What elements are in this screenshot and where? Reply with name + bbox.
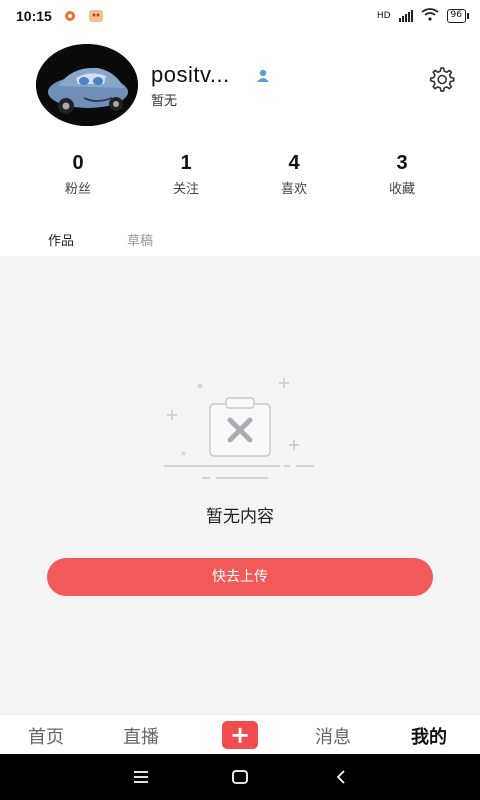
content-tabs: 作品 草稿 (0, 226, 480, 256)
profile-header: positv... 暂无 0 粉丝 1 关注 4 喜欢 3 收藏 作品 草稿 (0, 32, 480, 256)
signal-icon (398, 10, 413, 22)
nav-messages[interactable]: 消息 (315, 723, 351, 749)
settings-button[interactable] (426, 64, 456, 94)
nav-live[interactable]: 直播 (123, 723, 159, 749)
stat-favorites[interactable]: 3 收藏 (348, 150, 456, 197)
user-icon (256, 68, 270, 87)
app-notification-icon-2 (88, 9, 104, 23)
tab-works[interactable]: 作品 (48, 230, 74, 249)
tab-drafts[interactable]: 草稿 (127, 230, 153, 249)
app-notification-icon (62, 9, 78, 23)
stat-value: 1 (180, 152, 192, 174)
gear-icon (429, 67, 455, 92)
stat-label: 收藏 (388, 182, 415, 197)
stat-label: 粉丝 (64, 182, 91, 197)
menu-icon[interactable] (130, 766, 152, 788)
status-bar: 10:15 HD 96 (0, 0, 480, 32)
stats-row: 0 粉丝 1 关注 4 喜欢 3 收藏 (0, 150, 480, 197)
stat-followers[interactable]: 0 粉丝 (24, 150, 132, 197)
user-bio: 暂无 (151, 94, 178, 109)
home-square-icon[interactable] (229, 766, 251, 788)
upload-button[interactable]: 快去上传 (47, 558, 433, 596)
nav-mine[interactable]: 我的 (411, 723, 447, 749)
nav-home[interactable]: 首页 (28, 723, 64, 749)
stat-likes[interactable]: 4 喜欢 (240, 150, 348, 197)
stat-value: 0 (72, 152, 84, 174)
avatar[interactable] (36, 44, 138, 126)
network-type-label: HD (376, 11, 391, 21)
add-post-button[interactable]: + (222, 721, 258, 749)
stat-value: 4 (288, 152, 300, 174)
empty-state-message: 暂无内容 (206, 507, 274, 527)
stat-value: 3 (396, 152, 408, 174)
battery-icon: 96 (446, 9, 470, 23)
stat-label: 喜欢 (280, 182, 307, 197)
back-icon[interactable] (330, 766, 352, 788)
system-nav-bar (0, 754, 480, 800)
wifi-icon (421, 8, 439, 24)
bottom-nav: 首页 直播 + 消息 我的 (0, 714, 480, 754)
username: positv... (151, 62, 230, 87)
empty-clipboard-illustration (164, 378, 314, 479)
works-content-area: 暂无内容 快去上传 (0, 256, 480, 714)
status-time: 10:15 (16, 8, 52, 24)
stat-label: 关注 (172, 182, 199, 197)
stat-following[interactable]: 1 关注 (132, 150, 240, 197)
